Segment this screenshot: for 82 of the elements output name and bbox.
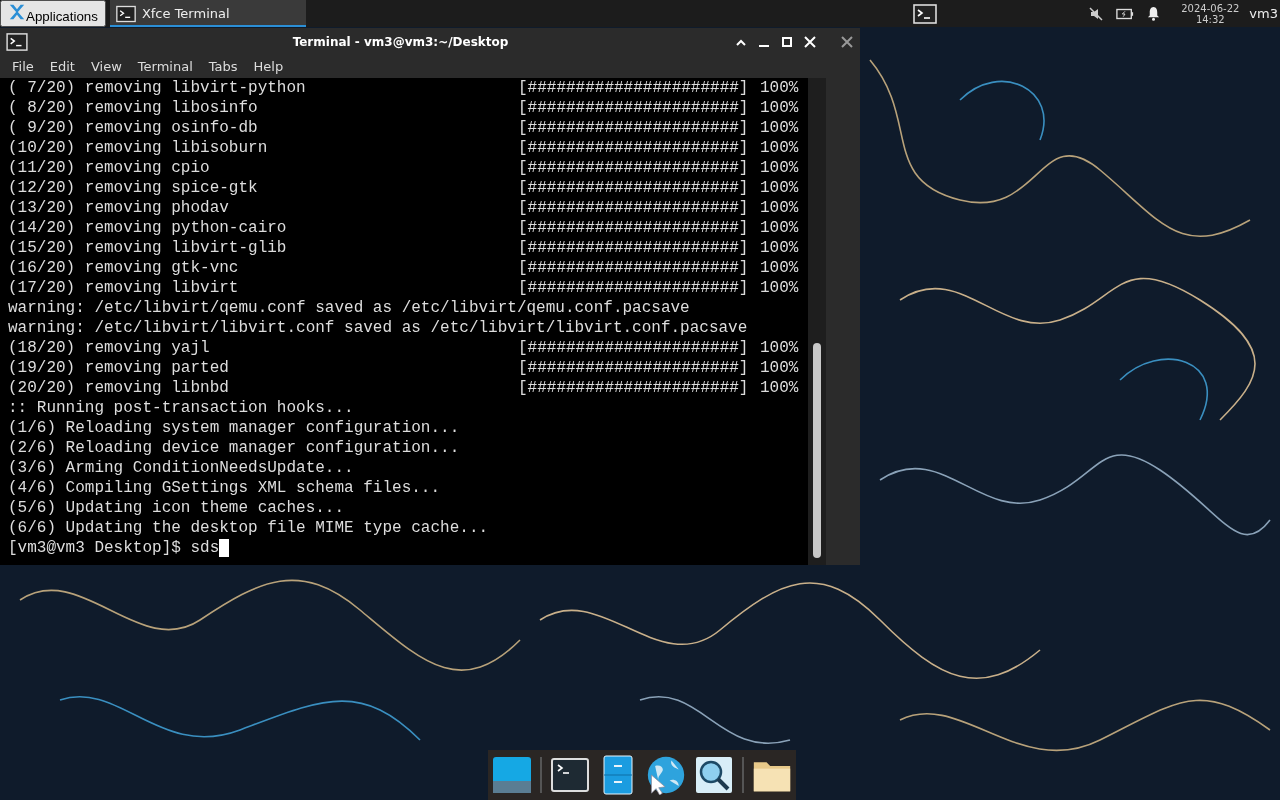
- progress-bar-text: [######################]: [518, 158, 750, 178]
- prompt-line: [vm3@vm3 Desktop]$ sds: [8, 538, 220, 558]
- progress-bar-text: [######################]: [518, 338, 750, 358]
- percent-text: 100%: [760, 258, 799, 278]
- output-line: (14/20) removing python-cairo: [8, 218, 288, 238]
- globe-with-cursor-icon[interactable]: [646, 755, 686, 795]
- close-icon: [840, 35, 853, 48]
- progress-bar-text: [######################]: [518, 198, 750, 218]
- progress-bar-text: [######################]: [518, 258, 750, 278]
- output-line: warning: /etc/libvirt/qemu.conf saved as /etc/libvirt/qemu.conf.pacsave: [8, 298, 690, 318]
- applications-menu[interactable]: Applications: [0, 0, 106, 27]
- close-icon: [803, 35, 816, 48]
- clock-time: 14:32: [1195, 13, 1225, 25]
- minimize-icon: [758, 44, 769, 47]
- progress-bar-text: [######################]: [518, 358, 750, 378]
- output-line: (18/20) removing yajl: [8, 338, 211, 358]
- show-desktop-icon[interactable]: [492, 755, 532, 795]
- menu-item[interactable]: View: [82, 59, 130, 74]
- output-line: warning: /etc/libvirt/libvirt.conf saved as /etc/libvirt/libvirt.conf.pacsave: [8, 318, 748, 338]
- output-line: (1/6) Reloading system manager configuration...: [8, 418, 460, 438]
- output-line: (17/20) removing libvirt: [8, 278, 240, 298]
- clock[interactable]: 2024-06-22 14:32: [1181, 2, 1240, 25]
- output-line: (15/20) removing libvirt-glib: [8, 238, 288, 258]
- terminal-output[interactable]: [0, 78, 808, 565]
- percent-text: 100%: [760, 378, 799, 398]
- terminal-icon: [115, 4, 136, 23]
- menu-item[interactable]: Help: [245, 59, 292, 74]
- percent-text: 100%: [760, 118, 799, 138]
- percent-text: 100%: [760, 358, 799, 378]
- output-line: (11/20) removing cpio: [8, 158, 211, 178]
- progress-bar-text: [######################]: [518, 78, 750, 98]
- percent-text: 100%: [760, 98, 799, 118]
- text-cursor: [219, 539, 230, 557]
- percent-text: 100%: [760, 78, 799, 98]
- app-menu-icon: [8, 3, 26, 21]
- maximize-icon: [780, 36, 793, 47]
- output-line: ( 8/20) removing libosinfo: [8, 98, 259, 118]
- output-line: (5/6) Updating icon theme caches...: [8, 498, 345, 518]
- percent-text: 100%: [760, 338, 799, 358]
- progress-bar-text: [######################]: [518, 118, 750, 138]
- percent-text: 100%: [760, 238, 799, 258]
- progress-bar-text: [######################]: [518, 238, 750, 258]
- terminal-icon[interactable]: [550, 755, 590, 795]
- progress-bar-text: [######################]: [518, 278, 750, 298]
- output-line: (4/6) Compiling GSettings XML schema files...: [8, 478, 441, 498]
- window-title: Terminal - vm3@vm3:~/Desktop: [291, 34, 510, 49]
- magnifier-icon[interactable]: [694, 755, 734, 795]
- output-line: (16/20) removing gtk-vnc: [8, 258, 240, 278]
- scrollbar-thumb[interactable]: [813, 343, 821, 558]
- progress-bar-text: [######################]: [518, 378, 750, 398]
- output-line: (13/20) removing phodav: [8, 198, 230, 218]
- percent-text: 100%: [760, 198, 799, 218]
- taskbar-button[interactable]: Xfce Terminal: [109, 0, 306, 27]
- menu-item[interactable]: Tabs: [200, 59, 246, 74]
- progress-bar-text: [######################]: [518, 98, 750, 118]
- menu-item[interactable]: Terminal: [129, 59, 201, 74]
- output-line: (3/6) Arming ConditionNeedsUpdate...: [8, 458, 354, 478]
- user-name[interactable]: vm3: [1249, 6, 1278, 21]
- battery-icon[interactable]: [1116, 7, 1135, 20]
- percent-text: 100%: [760, 278, 799, 298]
- menu-item[interactable]: File: [4, 59, 42, 74]
- output-line: (6/6) Updating the desktop file MIME type cache...: [8, 518, 489, 538]
- output-line: (2/6) Reloading device manager configuration...: [8, 438, 460, 458]
- progress-bar-text: [######################]: [518, 218, 750, 238]
- output-line: :: Running post-transaction hooks...: [8, 398, 354, 418]
- output-line: (19/20) removing parted: [8, 358, 230, 378]
- muted-speaker-icon[interactable]: [1088, 5, 1105, 22]
- terminal-icon: [6, 32, 28, 51]
- percent-text: 100%: [760, 178, 799, 198]
- output-line: ( 7/20) removing libvirt-python: [8, 78, 307, 98]
- progress-bar-text: [######################]: [518, 138, 750, 158]
- progress-bar-text: [######################]: [518, 178, 750, 198]
- percent-text: 100%: [760, 138, 799, 158]
- workspace-icon[interactable]: [912, 3, 939, 24]
- percent-text: 100%: [760, 158, 799, 178]
- percent-text: 100%: [760, 218, 799, 238]
- menu-item[interactable]: Edit: [41, 59, 83, 74]
- output-line: (20/20) removing libnbd: [8, 378, 230, 398]
- output-line: (12/20) removing spice-gtk: [8, 178, 259, 198]
- output-line: ( 9/20) removing osinfo-db: [8, 118, 259, 138]
- clock-date: 2024-06-22: [1181, 2, 1240, 14]
- output-line: (10/20) removing libisoburn: [8, 138, 269, 158]
